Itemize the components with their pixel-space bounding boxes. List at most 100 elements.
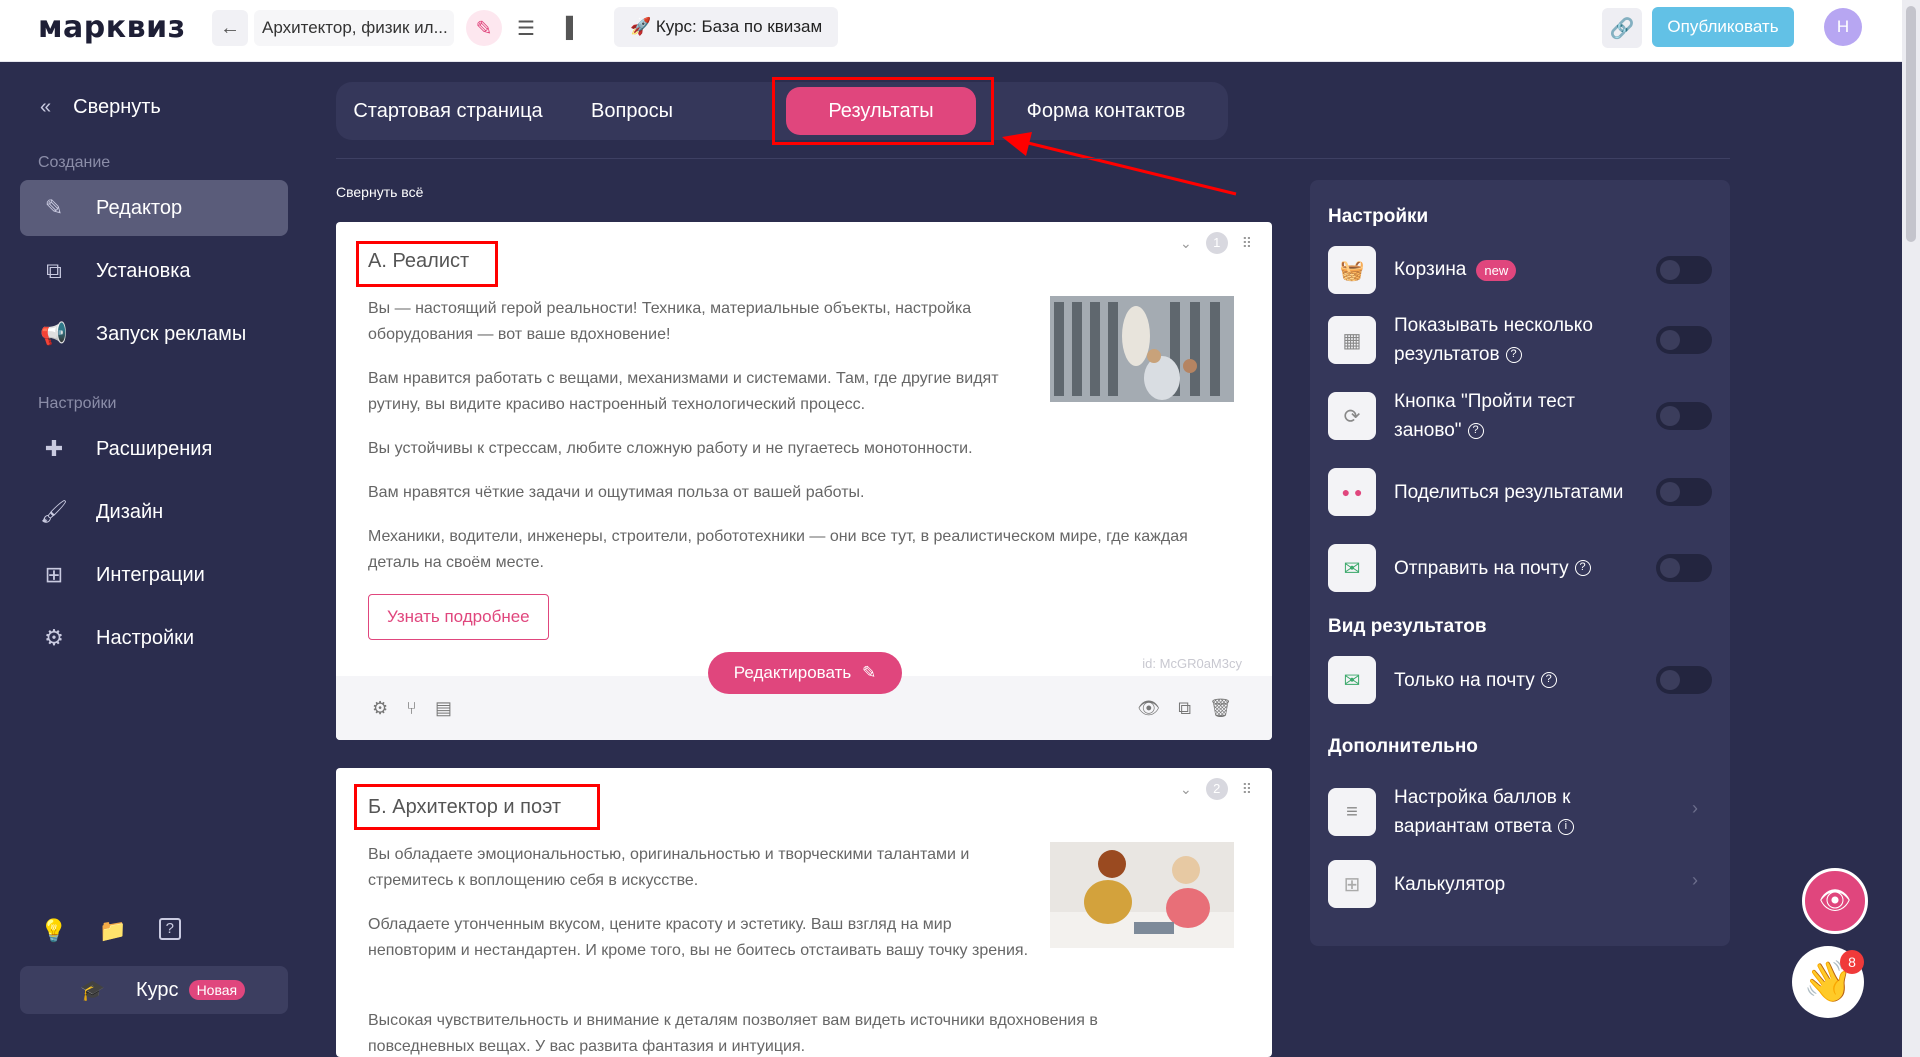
multiple-results-toggle[interactable] bbox=[1656, 326, 1712, 354]
preview-button[interactable]: 👁 bbox=[1802, 868, 1868, 934]
chevron-down-icon[interactable]: ⌄ bbox=[1180, 781, 1192, 798]
help-icon[interactable]: ? bbox=[1505, 346, 1522, 363]
sidebar-item-label: Расширения bbox=[96, 437, 213, 460]
result-paragraph[interactable]: Обладаете утонченным вкусом, цените крас… bbox=[368, 912, 1028, 964]
result-paragraph[interactable]: Механики, водители, инженеры, строители,… bbox=[368, 524, 1208, 576]
copy-icon[interactable]: ⧉ bbox=[1178, 698, 1191, 719]
setting-scores[interactable]: ≡ Настройка баллов к вариантам ответа i › bbox=[1328, 782, 1712, 842]
result-paragraph[interactable]: Вам нравится работать с вещами, механизм… bbox=[368, 366, 1028, 418]
back-button[interactable]: ← bbox=[212, 10, 248, 46]
puzzle-icon: ✚ bbox=[44, 436, 64, 461]
result-paragraph[interactable]: Вам нравятся чёткие задачи и ощутимая по… bbox=[368, 480, 1168, 506]
sidebar-item-label: Запуск рекламы bbox=[96, 322, 247, 345]
tab-questions[interactable]: Вопросы bbox=[562, 82, 702, 140]
lightbulb-icon[interactable]: 💡 bbox=[40, 918, 67, 944]
setting-label: Настройка баллов к вариантам ответа bbox=[1394, 787, 1571, 837]
share-toggle[interactable] bbox=[1656, 478, 1712, 506]
sidebar-item-design[interactable]: 🖌 Дизайн bbox=[20, 484, 288, 540]
drag-handle-icon[interactable]: ⠿ bbox=[1242, 235, 1252, 252]
scrollbar-thumb[interactable] bbox=[1906, 6, 1916, 242]
help-icon[interactable]: ? bbox=[1467, 422, 1484, 439]
sidebar-item-ads[interactable]: 📢 Запуск рекламы bbox=[20, 306, 288, 362]
result-image[interactable] bbox=[1050, 842, 1234, 948]
layout-icon[interactable]: ▤ bbox=[435, 698, 452, 719]
mail-icon: ✉ bbox=[1328, 656, 1376, 704]
editor-mode-button[interactable]: ✎ bbox=[466, 10, 502, 46]
chevron-right-icon: › bbox=[1692, 870, 1698, 890]
sidebar: « Свернуть Создание ✎ Редактор ⧉ Установ… bbox=[0, 62, 307, 1057]
result-paragraph[interactable]: Вы — настоящий герой реальности! Техника… bbox=[368, 296, 1028, 348]
annotation-arrow bbox=[1002, 132, 1237, 196]
megaphone-icon: 📢 bbox=[40, 321, 68, 346]
chevron-right-icon: › bbox=[1692, 798, 1698, 818]
sidebar-item-install[interactable]: ⧉ Установка bbox=[20, 243, 288, 299]
info-icon[interactable]: i bbox=[1557, 818, 1574, 835]
help-icon[interactable]: ? bbox=[1574, 560, 1591, 577]
gear-icon[interactable]: ⚙ bbox=[372, 698, 388, 719]
stats-button[interactable]: ▐ bbox=[548, 10, 584, 46]
cards-icon: ▦ bbox=[1328, 316, 1376, 364]
answers-button[interactable]: ☰ bbox=[508, 10, 544, 46]
card-controls: ⌄ 2 ⠿ bbox=[1180, 778, 1252, 800]
calculator-icon: ⊞ bbox=[1328, 860, 1376, 908]
link-icon: 🔗 bbox=[1609, 17, 1635, 40]
sidebar-item-label: Дизайн bbox=[96, 500, 164, 523]
result-paragraph[interactable]: Вы устойчивы к стрессам, любите сложную … bbox=[368, 436, 1168, 462]
copy-link-button[interactable]: 🔗 bbox=[1602, 8, 1642, 48]
divider bbox=[336, 158, 1730, 159]
collapse-sidebar-button[interactable]: « Свернуть bbox=[40, 96, 161, 119]
tab-start-page[interactable]: Стартовая страница bbox=[350, 82, 546, 140]
mail-icon: ✉ bbox=[1328, 544, 1376, 592]
install-icon: ⧉ bbox=[46, 258, 62, 283]
setting-multiple-results: ▦ Показывать несколько результатов? bbox=[1328, 310, 1712, 370]
share-icon: ● ● bbox=[1328, 468, 1376, 516]
result-image-graphic bbox=[1050, 296, 1234, 402]
restart-toggle[interactable] bbox=[1656, 402, 1712, 430]
sidebar-course-button[interactable]: 🎓 Курс Новая bbox=[20, 966, 288, 1014]
annotation-box-title-1 bbox=[356, 241, 498, 287]
collapse-all-link[interactable]: Свернуть всё bbox=[336, 184, 423, 200]
annotation-box-title-2 bbox=[354, 784, 600, 830]
setting-email: ✉ Отправить на почту? bbox=[1328, 544, 1712, 592]
sidebar-item-integrations[interactable]: ⊞ Интеграции bbox=[20, 547, 288, 603]
help-icon[interactable]: ? bbox=[1540, 672, 1557, 689]
course-button[interactable]: 🚀 Курс: База по квизам bbox=[614, 7, 839, 47]
drag-handle-icon[interactable]: ⠿ bbox=[1242, 781, 1252, 798]
restart-icon: ⟳ bbox=[1328, 392, 1376, 440]
help-icon[interactable]: ? bbox=[158, 918, 181, 940]
sidebar-item-editor[interactable]: ✎ Редактор bbox=[20, 180, 288, 236]
setting-calculator[interactable]: ⊞ Калькулятор › bbox=[1328, 860, 1712, 908]
sidebar-item-settings[interactable]: ⚙ Настройки bbox=[20, 610, 288, 666]
setting-label: Кнопка "Пройти тест заново" bbox=[1394, 391, 1575, 441]
notification-count: 8 bbox=[1840, 950, 1864, 974]
result-paragraph[interactable]: Вы обладаете эмоциональностью, оригиналь… bbox=[368, 842, 1028, 894]
trash-icon[interactable]: 🗑 bbox=[1209, 698, 1232, 719]
chevron-down-icon[interactable]: ⌄ bbox=[1180, 235, 1192, 252]
sidebar-item-extensions[interactable]: ✚ Расширения bbox=[20, 421, 288, 477]
sidebar-item-label: Установка bbox=[96, 259, 191, 282]
email-toggle[interactable] bbox=[1656, 554, 1712, 582]
publish-button[interactable]: Опубликовать bbox=[1652, 7, 1794, 47]
footer-left-icons: ⚙ ⑂ ▤ bbox=[372, 698, 452, 719]
section-settings-heading: Настройки bbox=[38, 395, 117, 412]
list-icon: ☰ bbox=[517, 17, 535, 40]
edit-result-button[interactable]: Редактировать ✎ bbox=[708, 652, 902, 694]
avatar[interactable]: Н bbox=[1824, 8, 1862, 46]
brush-icon: 🖌 bbox=[40, 499, 68, 524]
result-paragraph[interactable]: Высокая чувствительность и внимание к де… bbox=[368, 1008, 1208, 1057]
score-icon: ≡ bbox=[1328, 788, 1376, 836]
branch-icon[interactable]: ⑂ bbox=[406, 698, 417, 719]
setting-label: Поделиться результатами bbox=[1394, 481, 1624, 503]
learn-more-button[interactable]: Узнать подробнее bbox=[368, 594, 549, 640]
email-only-toggle[interactable] bbox=[1656, 666, 1712, 694]
setting-label: Калькулятор bbox=[1394, 873, 1506, 895]
eye-icon[interactable]: 👁 bbox=[1137, 698, 1160, 719]
basket-toggle[interactable] bbox=[1656, 256, 1712, 284]
upload-folder-icon[interactable]: 📁 bbox=[99, 918, 126, 944]
pencil-icon: ✎ bbox=[861, 663, 877, 682]
logo[interactable]: марквиз bbox=[38, 10, 186, 45]
result-image[interactable] bbox=[1050, 296, 1234, 402]
quiz-title-field[interactable]: Архитектор, физик ил... bbox=[254, 10, 454, 46]
double-chevron-left-icon: « bbox=[40, 96, 52, 118]
sidebar-item-label: Настройки bbox=[96, 626, 195, 649]
